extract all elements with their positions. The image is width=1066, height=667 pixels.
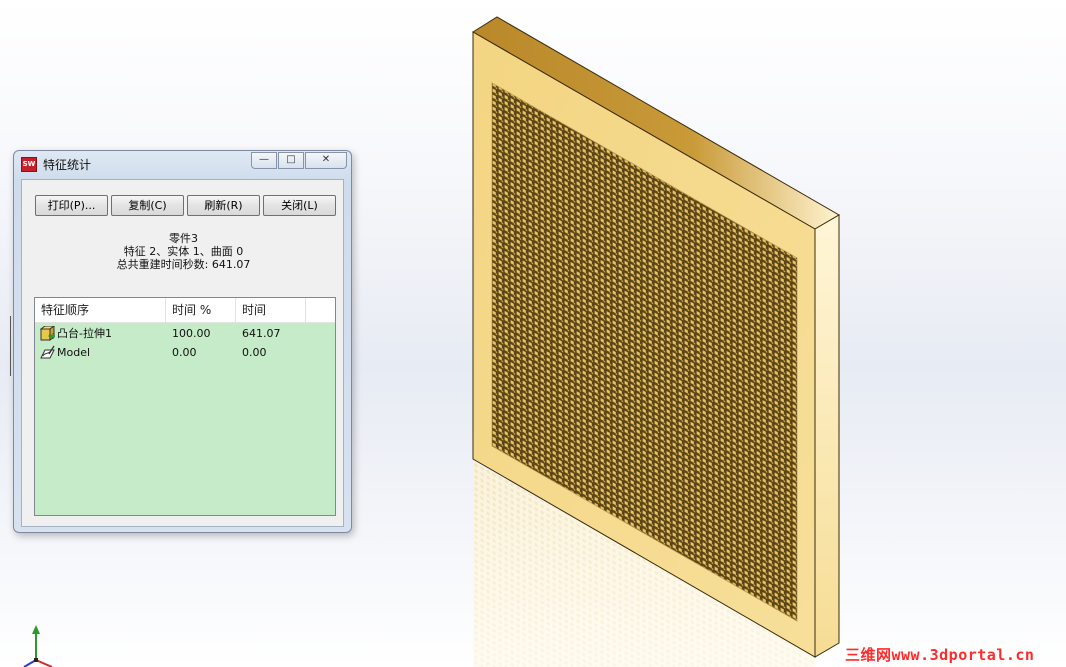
feature-time-percent: 100.00 (172, 327, 211, 340)
close-button[interactable]: 关闭(L) (263, 195, 336, 216)
dialog-title: 特征统计 (43, 158, 92, 172)
feature-time: 641.07 (242, 327, 281, 340)
table-row[interactable]: 凸台-拉伸1 100.00 641.07 (35, 324, 335, 343)
feature-table[interactable]: 特征顺序 时间 % 时间 凸台-拉伸1 100.00 641.07 Model … (34, 297, 336, 516)
action-button-row: 打印(P)... 复制(C) 刷新(R) 关闭(L) (35, 195, 339, 216)
feature-time-percent: 0.00 (172, 346, 197, 359)
copy-button[interactable]: 复制(C) (111, 195, 184, 216)
sketch-icon (40, 345, 55, 359)
print-button[interactable]: 打印(P)... (35, 195, 108, 216)
minimize-button[interactable]: — (251, 152, 277, 169)
column-header-empty (306, 298, 335, 322)
feature-name: 凸台-拉伸1 (57, 327, 112, 340)
table-header: 特征顺序 时间 % 时间 (35, 298, 335, 323)
site-watermark: 三维网www.3dportal.cn (845, 646, 1035, 664)
reference-triad-icon[interactable] (22, 622, 62, 667)
column-header-time[interactable]: 时间 (236, 298, 306, 322)
maximize-button[interactable]: □ (278, 152, 304, 169)
column-header-time-percent[interactable]: 时间 % (166, 298, 236, 322)
feature-statistics-dialog: SW 特征统计 — □ ✕ 打印(P)... 复制(C) 刷新(R) 关闭(L)… (13, 150, 352, 533)
dialog-titlebar[interactable]: SW 特征统计 — □ ✕ (14, 151, 351, 177)
rebuild-time-total: 总共重建时间秒数: 641.07 (116, 258, 251, 271)
dialog-client-area: 打印(P)... 复制(C) 刷新(R) 关闭(L) 零件3 特征 2、实体 1… (21, 179, 344, 527)
caption-buttons: — □ ✕ (250, 152, 347, 169)
panel-edge-marker (10, 316, 11, 376)
solidworks-icon: SW (21, 157, 37, 172)
column-header-feature-order[interactable]: 特征顺序 (35, 298, 166, 322)
boss-extrude-icon (40, 326, 55, 341)
close-window-button[interactable]: ✕ (305, 152, 347, 169)
feature-name: Model (57, 346, 91, 359)
refresh-button[interactable]: 刷新(R) (187, 195, 260, 216)
table-row[interactable]: Model 0.00 0.00 (35, 343, 335, 362)
feature-time: 0.00 (242, 346, 267, 359)
